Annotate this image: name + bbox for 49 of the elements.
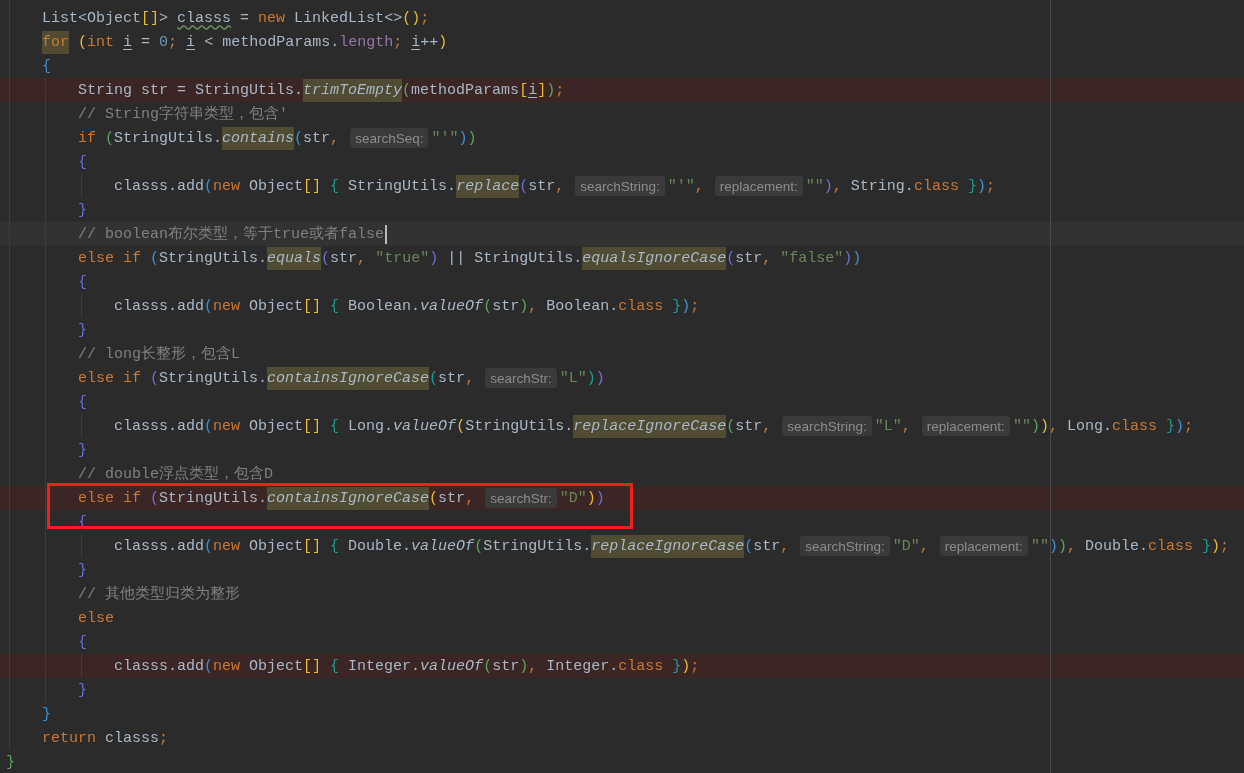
code-line: List<Object[]> classs = new LinkedList<>(); [42,8,430,29]
code-text: "")), Double.class }); [1030,536,1229,557]
code-line: } [78,320,87,341]
code-line: } [6,752,15,773]
code-comment: // String字符串类型，包含' [78,104,288,125]
parameter-hint: replacement: [714,176,803,196]
code-text: "L")) [559,368,605,389]
parameter-hint: replacement: [921,416,1010,436]
code-line: return classs; [42,728,169,749]
code-line: classs.add(new Object[] { Boolean.valueOf(str), Boolean.class }); [114,296,700,317]
parameter-hint: searchStr: [485,488,557,508]
code-text: ""), String.class }); [805,176,995,197]
code-line: classs.add(new Object[] { Integer.valueOf(str), Integer.class }); [114,656,700,677]
parameter-hint: searchSeq: [350,128,429,148]
code-comment: // 其他类型归类为整形 [78,584,240,605]
code-line: else [78,608,114,629]
code-line: { [78,272,87,293]
code-text: classs.add(new Object[] { StringUtils.replace(str, [114,174,565,198]
code-line: } [78,680,87,701]
code-line: } [42,704,51,725]
code-text: "L", [874,416,911,437]
code-text: else if (StringUtils.containsIgnoreCase(str, [78,366,475,390]
parameter-hint: searchStr: [485,368,557,388]
code-comment: // long长整形，包含L [78,344,240,365]
code-line: } [78,560,87,581]
code-text: "")), Long.class }); [1012,416,1193,437]
parameter-hint: searchString: [800,536,890,556]
code-text: "'")) [431,128,477,149]
code-comment: // double浮点类型，包含D [78,464,273,485]
code-text: "'", [667,176,704,197]
code-line: } [78,200,87,221]
code-line: String str = StringUtils.trimToEmpty(methodParams[i]); [78,78,565,102]
code-comment: // boolean布尔类型，等于true或者false [78,224,385,245]
parameter-hint: searchString: [575,176,665,196]
code-text: else if (StringUtils.containsIgnoreCase(str, [78,486,475,510]
code-line: { [78,392,87,413]
code-line: } [78,440,87,461]
code-text: classs.add(new Object[] { Double.valueOf(StringUtils.replaceIgnoreCase(str, [114,534,790,558]
parameter-hint: replacement: [939,536,1028,556]
code-text: classs.add(new Object[] { Long.valueOf(StringUtils.replaceIgnoreCase(str, [114,414,772,438]
code-text: "D", [892,536,929,557]
code-text: if (StringUtils.contains(str, [78,126,340,150]
code-line: { [78,632,87,653]
code-line: { [42,56,51,77]
code-text: "D")) [559,488,605,509]
code-line: for (int i = 0; i < methodParams.length; i++) [42,30,448,54]
code-line: { [78,152,87,173]
code-line: else if (StringUtils.equals(str, "true") || StringUtils.equalsIgnoreCase(str, "false")) [78,246,862,270]
parameter-hint: searchString: [782,416,872,436]
